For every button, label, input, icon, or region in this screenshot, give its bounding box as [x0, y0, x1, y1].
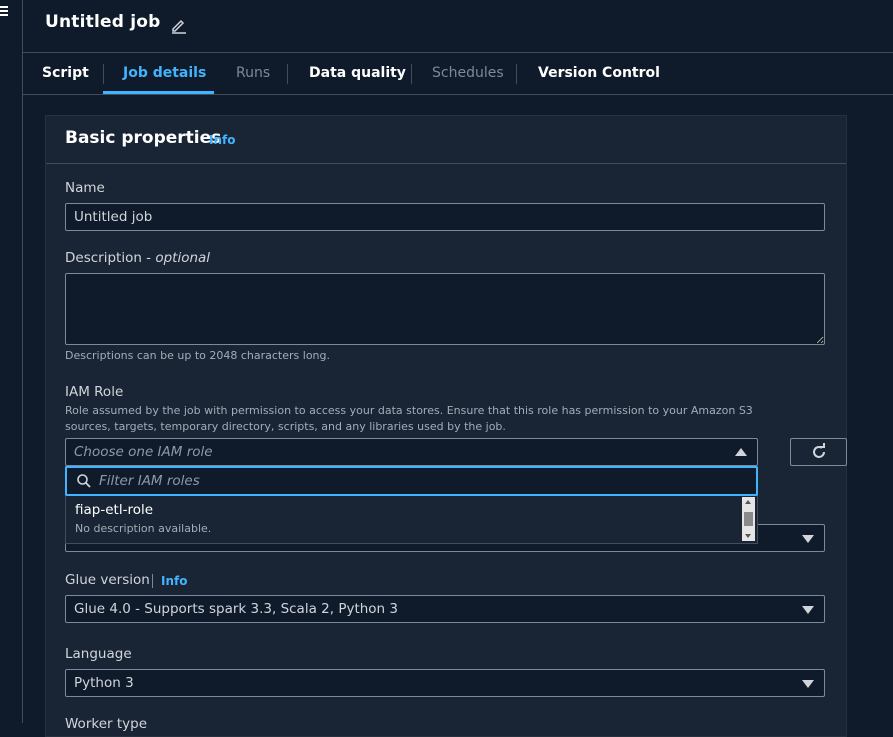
dropdown-scrollbar[interactable]	[742, 497, 755, 541]
scroll-thumb[interactable]	[744, 512, 753, 526]
refresh-roles-button[interactable]	[790, 438, 847, 466]
job-editor: Untitled job Script Job details Runs Dat…	[23, 0, 893, 737]
option-description: No description available.	[75, 522, 212, 535]
iam-role-select[interactable]: Choose one IAM role	[65, 438, 758, 466]
language-value: Python 3	[74, 675, 134, 691]
description-hint: Descriptions can be up to 2048 character…	[65, 349, 330, 362]
tab-schedules: Schedules	[432, 65, 504, 81]
filter-iam-roles-input[interactable]: Filter IAM roles	[65, 466, 758, 496]
caret-down-icon	[802, 680, 814, 688]
glue-version-select[interactable]: Glue 4.0 - Supports spark 3.3, Scala 2, …	[65, 595, 825, 623]
filter-placeholder: Filter IAM roles	[99, 473, 200, 489]
language-label: Language	[65, 646, 132, 662]
description-label: Description - optional	[65, 250, 211, 266]
language-select[interactable]: Python 3	[65, 669, 825, 697]
tab-version-control[interactable]: Version Control	[538, 53, 660, 94]
menu-icon[interactable]	[0, 4, 10, 18]
tab-bar: Script Job details Runs Data quality Sch…	[23, 53, 893, 95]
iam-role-placeholder: Choose one IAM role	[74, 444, 213, 460]
active-tab-indicator	[103, 91, 214, 94]
glue-version-value: Glue 4.0 - Supports spark 3.3, Scala 2, …	[74, 601, 398, 617]
iam-role-hint: Role assumed by the job with permission …	[65, 404, 753, 433]
edit-pencil-icon[interactable]	[169, 16, 189, 36]
name-label: Name	[65, 180, 105, 196]
option-title: fiap-etl-role	[75, 502, 154, 518]
tab-data-quality[interactable]: Data quality	[309, 53, 406, 94]
scroll-down-icon[interactable]	[745, 534, 751, 538]
tab-job-details[interactable]: Job details	[123, 53, 206, 94]
caret-down-icon	[802, 606, 814, 614]
caret-up-icon	[735, 448, 747, 456]
job-title: Untitled job	[45, 12, 161, 32]
search-icon	[77, 474, 91, 488]
left-nav-rail	[0, 0, 23, 723]
info-link[interactable]: Info	[209, 133, 235, 147]
caret-down-icon	[802, 535, 814, 543]
name-input[interactable]	[65, 203, 825, 231]
description-textarea[interactable]	[65, 273, 825, 345]
iam-role-dropdown: Filter IAM roles fiap-etl-role No descri…	[65, 466, 758, 544]
refresh-icon	[813, 443, 825, 458]
next-field-label: Worker type	[65, 716, 148, 732]
iam-role-label: IAM Role	[65, 384, 124, 400]
basic-properties-panel: Basic properties Info Name Description -…	[45, 115, 847, 737]
glue-version-info-link[interactable]: Info	[161, 574, 187, 588]
tab-script[interactable]: Script	[42, 53, 89, 94]
tab-runs: Runs	[236, 65, 271, 81]
panel-title: Basic properties	[65, 128, 222, 148]
panel-header: Basic properties Info	[46, 116, 846, 164]
glue-version-label: Glue version	[65, 572, 150, 588]
job-header: Untitled job	[23, 0, 893, 53]
scroll-up-icon[interactable]	[745, 500, 751, 504]
